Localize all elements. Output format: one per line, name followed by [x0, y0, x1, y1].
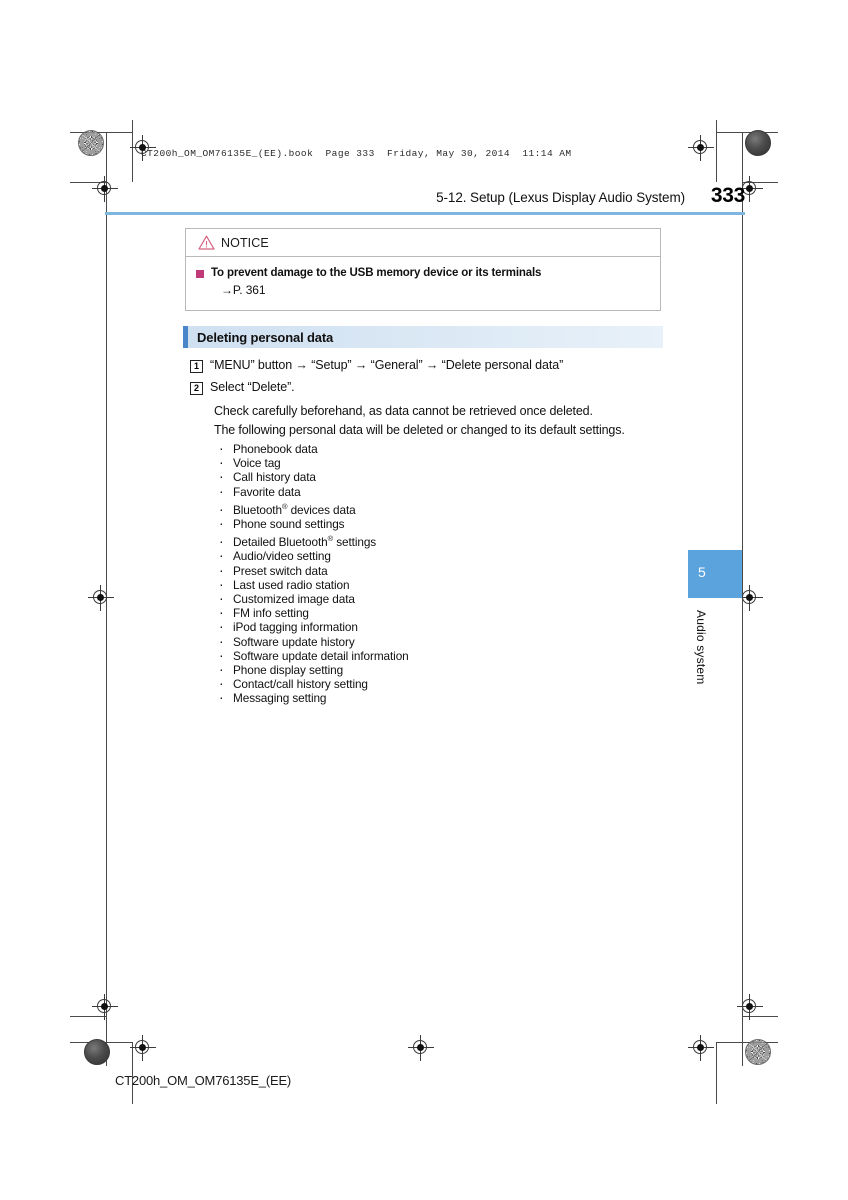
crop-line — [716, 120, 717, 182]
list-item: Customized image data — [218, 591, 409, 606]
crop-line — [742, 132, 743, 182]
page-number: 333 — [710, 184, 745, 207]
deleted-data-list: Phonebook dataVoice tagCall history data… — [218, 441, 409, 706]
section-heading: Deleting personal data — [183, 326, 663, 348]
procedure-step: 1 “MENU” button → “Setup” → “General” → … — [190, 358, 563, 373]
step-number-badge: 2 — [190, 382, 203, 395]
body-paragraph: Check carefully beforehand, as data cann… — [214, 404, 593, 418]
list-item: FM info setting — [218, 605, 409, 620]
list-item: Audio/video setting — [218, 548, 409, 563]
list-item: Phone sound settings — [218, 516, 409, 531]
notice-title: NOTICE — [221, 235, 269, 250]
notice-header: NOTICE — [186, 229, 660, 257]
list-item: Phonebook data — [218, 441, 409, 456]
list-item: Software update history — [218, 634, 409, 649]
crop-line — [716, 1042, 717, 1104]
footer-file-code: CT200h_OM_OM76135E_(EE) — [115, 1073, 292, 1088]
list-item: Preset switch data — [218, 563, 409, 578]
registration-mark — [688, 1035, 714, 1061]
crop-line — [106, 132, 107, 182]
notice-item: To prevent damage to the USB memory devi… — [196, 266, 650, 297]
header-rule — [105, 212, 745, 215]
list-item: Detailed Bluetooth® settings — [218, 534, 409, 549]
registration-mark — [92, 994, 118, 1020]
registration-mark — [737, 994, 763, 1020]
densitometer-starburst-mark — [78, 130, 104, 156]
list-item: Contact/call history setting — [218, 676, 409, 691]
warning-triangle-icon — [198, 235, 215, 250]
crop-line — [742, 1016, 743, 1066]
list-item: iPod tagging information — [218, 619, 409, 634]
list-item: Phone display setting — [218, 662, 409, 677]
notice-body: To prevent damage to the USB memory devi… — [186, 257, 660, 310]
list-item: Software update detail information — [218, 648, 409, 663]
densitometer-solid-mark — [745, 130, 771, 156]
section-title: Deleting personal data — [197, 329, 334, 345]
list-item: Voice tag — [218, 455, 409, 470]
list-item: Messaging setting — [218, 690, 409, 705]
body-paragraph: The following personal data will be dele… — [214, 423, 625, 437]
registration-mark — [688, 135, 714, 161]
manual-page: CT200h_OM_OM76135E_(EE).book Page 333 Fr… — [0, 0, 848, 1200]
registration-mark — [130, 1035, 156, 1061]
notice-page-reference: →P. 361 — [221, 282, 266, 297]
chapter-header: 5-12. Setup (Lexus Display Audio System)… — [105, 184, 745, 214]
square-bullet-icon — [196, 270, 204, 278]
list-item: Bluetooth® devices data — [218, 501, 409, 517]
step-text: “MENU” button → “Setup” → “General” → “D… — [210, 358, 564, 372]
registered-trademark-icon: ® — [327, 534, 334, 544]
chapter-tab: 5 — [688, 550, 742, 598]
list-item: Favorite data — [218, 484, 409, 499]
print-file-header: CT200h_OM_OM76135E_(EE).book Page 333 Fr… — [141, 148, 572, 159]
list-item: Last used radio station — [218, 577, 409, 592]
registered-trademark-icon: ® — [281, 501, 288, 511]
chapter-title: 5-12. Setup (Lexus Display Audio System) — [436, 190, 685, 205]
procedure-step: 2 Select “Delete”. — [190, 380, 295, 395]
registration-mark — [408, 1035, 434, 1061]
densitometer-solid-mark — [84, 1039, 110, 1065]
crop-line — [70, 132, 132, 133]
list-item: Call history data — [218, 469, 409, 484]
densitometer-starburst-mark — [745, 1039, 771, 1065]
notice-box: NOTICE To prevent damage to the USB memo… — [185, 228, 661, 311]
step-number-badge: 1 — [190, 360, 203, 373]
notice-item-heading: To prevent damage to the USB memory devi… — [211, 267, 542, 279]
chapter-tab-number: 5 — [698, 564, 706, 580]
step-text: Select “Delete”. — [210, 380, 295, 394]
chapter-tab-label: Audio system — [694, 610, 708, 685]
crop-line — [716, 132, 778, 133]
trim-line-right — [742, 182, 743, 1042]
registration-mark — [88, 585, 114, 611]
trim-line-left — [106, 182, 107, 1042]
